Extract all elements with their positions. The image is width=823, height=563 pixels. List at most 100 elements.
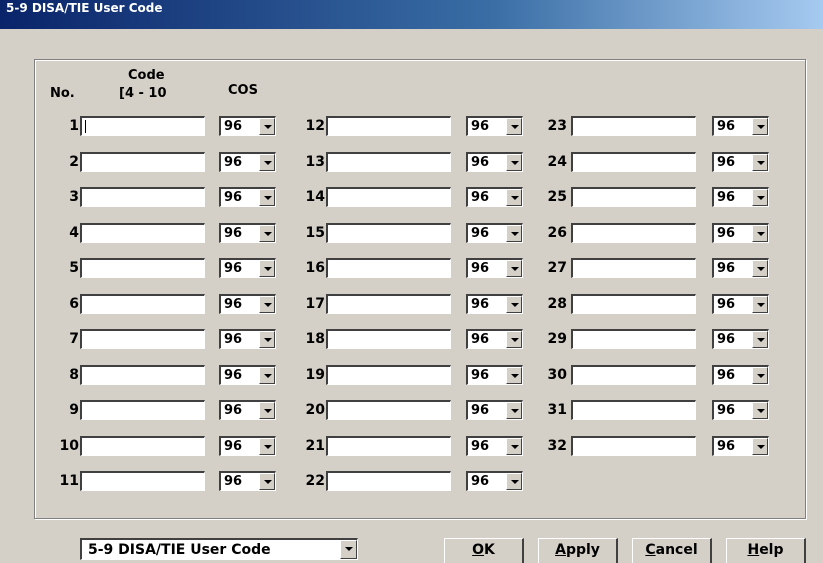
code-input[interactable] [326,471,451,491]
chevron-down-icon[interactable] [259,189,275,206]
cos-select[interactable]: 96 [219,400,276,420]
code-input[interactable] [80,116,205,136]
chevron-down-icon[interactable] [506,437,522,455]
cos-select[interactable]: 96 [466,471,523,491]
cos-select[interactable]: 96 [219,435,276,456]
code-input[interactable] [80,435,205,456]
code-input[interactable] [80,187,205,207]
cancel-button[interactable]: Cancel [632,538,712,563]
code-input[interactable] [571,435,696,456]
chevron-down-icon[interactable] [752,402,768,419]
cos-select[interactable]: 96 [466,116,523,136]
chevron-down-icon[interactable] [259,118,275,135]
cos-select[interactable]: 96 [219,258,276,278]
cos-select[interactable]: 96 [219,151,276,172]
chevron-down-icon[interactable] [752,437,768,455]
chevron-down-icon[interactable] [340,540,357,559]
code-input[interactable] [326,187,451,207]
cos-select[interactable]: 96 [466,222,523,243]
code-input[interactable] [80,293,205,314]
chevron-down-icon[interactable] [259,295,275,313]
code-input[interactable] [326,258,451,278]
code-input[interactable] [80,151,205,172]
chevron-down-icon[interactable] [259,473,275,490]
code-input[interactable] [326,435,451,456]
chevron-down-icon[interactable] [259,260,275,277]
chevron-down-icon[interactable] [752,295,768,313]
cos-select[interactable]: 96 [712,187,769,207]
cos-select[interactable]: 96 [466,329,523,349]
cos-select[interactable]: 96 [466,258,523,278]
chevron-down-icon[interactable] [506,189,522,206]
code-input[interactable] [571,258,696,278]
cos-select[interactable]: 96 [219,116,276,136]
code-input[interactable] [571,151,696,172]
cos-select[interactable]: 96 [712,400,769,420]
code-input[interactable] [326,364,451,385]
chevron-down-icon[interactable] [506,118,522,135]
code-input[interactable] [326,151,451,172]
cos-select[interactable]: 96 [219,471,276,491]
code-input[interactable] [326,116,451,136]
code-input[interactable] [326,329,451,349]
chevron-down-icon[interactable] [506,295,522,313]
chevron-down-icon[interactable] [259,402,275,419]
cos-select[interactable]: 96 [712,222,769,243]
chevron-down-icon[interactable] [506,366,522,384]
chevron-down-icon[interactable] [506,473,522,490]
cos-select[interactable]: 96 [466,364,523,385]
chevron-down-icon[interactable] [752,118,768,135]
cos-select[interactable]: 96 [712,258,769,278]
code-input[interactable] [326,400,451,420]
code-input[interactable] [80,400,205,420]
code-input[interactable] [80,258,205,278]
code-input[interactable] [80,222,205,243]
chevron-down-icon[interactable] [752,260,768,277]
chevron-down-icon[interactable] [259,366,275,384]
chevron-down-icon[interactable] [752,366,768,384]
apply-button[interactable]: Apply [538,538,618,563]
code-input[interactable] [80,471,205,491]
cos-select[interactable]: 96 [712,329,769,349]
code-input[interactable] [80,364,205,385]
chevron-down-icon[interactable] [752,331,768,348]
cos-select[interactable]: 96 [712,116,769,136]
cos-select[interactable]: 96 [466,400,523,420]
chevron-down-icon[interactable] [506,402,522,419]
chevron-down-icon[interactable] [259,224,275,242]
code-input[interactable] [571,116,696,136]
chevron-down-icon[interactable] [506,331,522,348]
cos-select[interactable]: 96 [219,222,276,243]
cos-select[interactable]: 96 [466,293,523,314]
page-select[interactable]: 5-9 DISA/TIE User Code [80,538,358,560]
chevron-down-icon[interactable] [506,260,522,277]
help-button[interactable]: Help [726,538,806,563]
code-input[interactable] [326,293,451,314]
chevron-down-icon[interactable] [259,437,275,455]
code-input[interactable] [571,329,696,349]
chevron-down-icon[interactable] [752,189,768,206]
chevron-down-icon[interactable] [506,153,522,171]
cos-select[interactable]: 96 [219,329,276,349]
cos-select[interactable]: 96 [712,293,769,314]
chevron-down-icon[interactable] [259,153,275,171]
code-input[interactable] [80,329,205,349]
code-input[interactable] [571,400,696,420]
cos-select[interactable]: 96 [466,151,523,172]
title-bar[interactable]: 5-9 DISA/TIE User Code [0,0,823,29]
chevron-down-icon[interactable] [752,224,768,242]
code-input[interactable] [571,187,696,207]
ok-button[interactable]: OK [444,538,524,563]
cos-select[interactable]: 96 [712,364,769,385]
chevron-down-icon[interactable] [259,331,275,348]
cos-select[interactable]: 96 [466,187,523,207]
cos-select[interactable]: 96 [219,187,276,207]
chevron-down-icon[interactable] [752,153,768,171]
code-input[interactable] [571,293,696,314]
cos-select[interactable]: 96 [219,293,276,314]
cos-select[interactable]: 96 [466,435,523,456]
chevron-down-icon[interactable] [506,224,522,242]
cos-select[interactable]: 96 [219,364,276,385]
code-input[interactable] [571,364,696,385]
code-input[interactable] [571,222,696,243]
